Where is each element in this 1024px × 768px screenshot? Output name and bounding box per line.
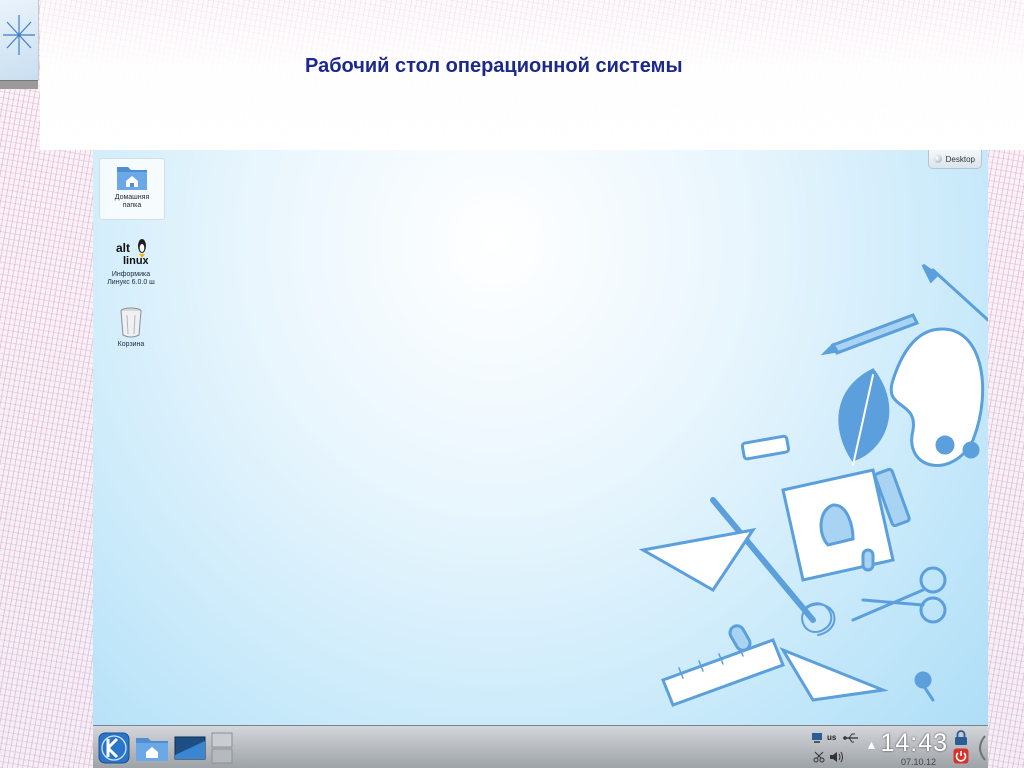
corner-toolbar (0, 80, 38, 89)
desktop-icon-trash[interactable]: Корзина (99, 302, 163, 348)
taskbar: us ▴ 14:43 07.10.12 (93, 725, 988, 768)
snowflake-decoration-icon (3, 15, 35, 55)
cashew-icon (933, 155, 942, 163)
home-folder-label-line2: папка (122, 202, 142, 209)
volume-icon[interactable] (829, 751, 843, 763)
lock-screen-icon[interactable] (954, 730, 968, 746)
folder-home-icon (117, 167, 147, 190)
clock-time[interactable]: 14:43 (880, 729, 948, 758)
alt-logo-bottom: linux (123, 255, 148, 267)
panel-toolbox-icon[interactable] (974, 734, 986, 762)
desktop-screenshot: Desktop Домашняя папка alt linux Информи… (93, 150, 988, 768)
folder-home-icon (136, 738, 168, 761)
usb-device-icon[interactable] (843, 732, 859, 744)
taskbar-desktop-button[interactable] (173, 730, 207, 766)
taskbar-home-folder-button[interactable] (135, 730, 169, 766)
desktop-icon-alt-linux[interactable]: alt linux Информика Линукс 6.0.0 ш (99, 232, 163, 292)
application-launcher-button[interactable] (96, 730, 132, 766)
show-desktop-icon (174, 736, 206, 760)
shutdown-icon[interactable] (953, 748, 969, 764)
pager-icon (211, 732, 233, 764)
keyboard-layout-indicator[interactable]: us (827, 733, 836, 742)
desktop-icon-home-folder[interactable]: Домашняя папка (99, 158, 165, 220)
alt-linux-icon: alt linux (116, 239, 148, 267)
tray-expander-arrow[interactable]: ▴ (868, 736, 875, 753)
alt-linux-label-line2: Линукс 6.0.0 ш (107, 279, 155, 286)
home-folder-label-line1: Домашняя (114, 194, 150, 201)
clock-date: 07.10.12 (900, 757, 936, 767)
clipboard-scissors-icon[interactable] (813, 751, 825, 763)
slide-title: Рабочий стол операционной системы (305, 55, 683, 77)
desktop-toolbox-label: Desktop (945, 154, 975, 164)
desktop-wallpaper-art (638, 263, 988, 707)
taskbar-pager-button[interactable] (209, 730, 235, 766)
trash-icon (120, 307, 142, 338)
alt-logo-top: alt (116, 241, 130, 255)
alt-linux-label-line1: Информика (111, 271, 151, 278)
network-icon[interactable] (811, 732, 823, 744)
kde-logo-icon (98, 732, 130, 764)
corner-thumbnail (0, 0, 39, 80)
trash-label: Корзина (117, 341, 145, 348)
desktop-toolbox-button[interactable]: Desktop (927, 150, 982, 169)
